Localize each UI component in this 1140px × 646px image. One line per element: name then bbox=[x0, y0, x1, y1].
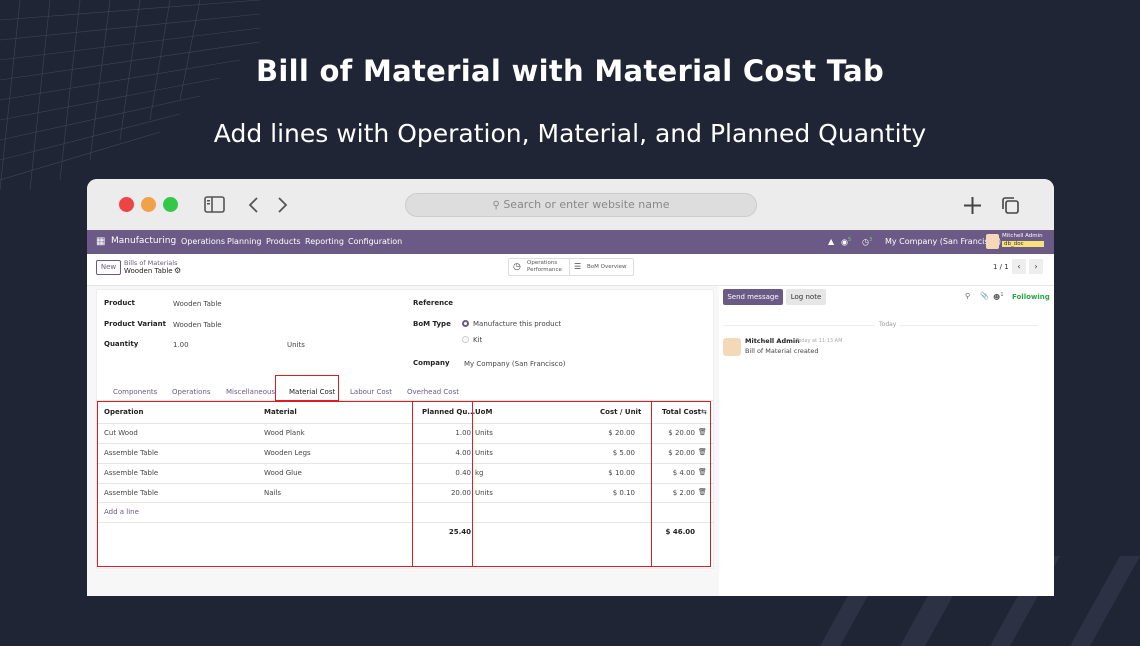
search-icon[interactable]: ⚲ bbox=[965, 292, 970, 300]
avatar bbox=[723, 338, 741, 356]
message-body: Bill of Material created bbox=[745, 347, 819, 355]
menu-configuration[interactable]: Configuration bbox=[348, 237, 402, 246]
bug-icon[interactable]: ▲ bbox=[828, 237, 834, 246]
bom-type-radio-manufacture[interactable] bbox=[462, 320, 469, 327]
address-bar[interactable]: ⚲ Search or enter website name bbox=[405, 193, 757, 217]
sidebar-toggle-icon[interactable] bbox=[204, 196, 225, 213]
search-icon: ⚲ bbox=[492, 200, 500, 211]
date-separator: Today bbox=[875, 321, 901, 328]
highlight-table bbox=[97, 401, 711, 567]
avatar[interactable] bbox=[986, 234, 999, 249]
followers-icon[interactable]: ☻1 bbox=[993, 292, 1004, 301]
bom-overview-button[interactable]: BoM Overview bbox=[587, 264, 627, 270]
minimize-window-button[interactable] bbox=[141, 197, 156, 212]
hero-subtitle: Add lines with Operation, Material, and … bbox=[213, 119, 927, 148]
maximize-window-button[interactable] bbox=[163, 197, 178, 212]
smart-buttons: ◷ Operations Performance ☰ BoM Overview bbox=[508, 258, 634, 276]
pager-prev-button[interactable]: ‹ bbox=[1012, 259, 1026, 274]
close-window-button[interactable] bbox=[119, 197, 134, 212]
menu-planning[interactable]: Planning bbox=[227, 237, 261, 246]
bom-type-option-kit[interactable]: Kit bbox=[473, 336, 482, 344]
tab-overhead-cost[interactable]: Overhead Cost bbox=[407, 388, 459, 396]
pager: 1 / 1 bbox=[993, 263, 1009, 271]
highlight-planned-column bbox=[412, 401, 473, 567]
app-name[interactable]: Manufacturing bbox=[111, 236, 176, 246]
message-time: Today at 11:13 AM bbox=[796, 338, 843, 344]
hero-title: Bill of Material with Material Cost Tab bbox=[255, 54, 885, 88]
company-switcher[interactable]: My Company (San Francisco) bbox=[885, 237, 1001, 246]
address-placeholder: Search or enter website name bbox=[503, 198, 670, 211]
forward-icon[interactable] bbox=[277, 196, 289, 214]
quantity-uom[interactable]: Units bbox=[287, 341, 305, 349]
grid-decoration bbox=[0, 0, 260, 190]
menu-products[interactable]: Products bbox=[266, 237, 301, 246]
quantity-label: Quantity bbox=[104, 340, 139, 348]
tab-miscellaneous[interactable]: Miscellaneous bbox=[226, 388, 275, 396]
product-label: Product bbox=[104, 299, 135, 307]
control-panel: New Bills of Materials Wooden Table ⚙ ◷ … bbox=[87, 254, 1054, 286]
highlight-total-column bbox=[651, 401, 711, 567]
chat-icon[interactable]: ◉5 bbox=[841, 237, 851, 247]
product-field[interactable]: Wooden Table bbox=[173, 300, 222, 308]
db-badge: db_doc bbox=[1002, 241, 1044, 247]
app-menu-icon[interactable]: ▦ bbox=[96, 236, 105, 247]
company-field[interactable]: My Company (San Francisco) bbox=[464, 360, 565, 368]
new-button[interactable]: New bbox=[96, 260, 121, 275]
menu-operations[interactable]: Operations bbox=[181, 237, 225, 246]
highlight-material-cost-tab bbox=[275, 375, 339, 401]
new-tab-icon[interactable] bbox=[963, 196, 982, 215]
following-button[interactable]: Following bbox=[1012, 293, 1050, 301]
list-icon: ☰ bbox=[574, 262, 582, 271]
quantity-field[interactable]: 1.00 bbox=[173, 341, 189, 349]
activity-icon[interactable]: ◷3 bbox=[862, 237, 872, 247]
browser-window: ⚲ Search or enter website name ▦ Manufac… bbox=[87, 179, 1054, 596]
tab-labour-cost[interactable]: Labour Cost bbox=[350, 388, 392, 396]
clock-icon: ◷ bbox=[513, 262, 521, 272]
user-name[interactable]: Mitchell Admin bbox=[1002, 233, 1043, 239]
message-author: Mitchell Admin bbox=[745, 337, 800, 345]
odoo-navbar: ▦ Manufacturing Operations Planning Prod… bbox=[87, 230, 1054, 254]
tab-components[interactable]: Components bbox=[113, 388, 157, 396]
variant-label: Product Variant bbox=[104, 320, 166, 328]
ops-performance-line1[interactable]: Operations bbox=[527, 260, 557, 266]
variant-field[interactable]: Wooden Table bbox=[173, 321, 222, 329]
gear-icon[interactable]: ⚙ bbox=[174, 266, 181, 275]
bom-type-radio-kit[interactable] bbox=[462, 336, 469, 343]
pager-next-button[interactable]: › bbox=[1029, 259, 1043, 274]
reference-label: Reference bbox=[413, 299, 454, 307]
company-label: Company bbox=[413, 359, 450, 367]
browser-toolbar: ⚲ Search or enter website name bbox=[87, 179, 1054, 230]
bom-type-label: BoM Type bbox=[413, 320, 451, 328]
back-icon[interactable] bbox=[247, 196, 259, 214]
tab-operations[interactable]: Operations bbox=[172, 388, 210, 396]
breadcrumb-current: Wooden Table bbox=[124, 267, 173, 275]
log-note-button[interactable]: Log note bbox=[786, 289, 826, 305]
send-message-button[interactable]: Send message bbox=[723, 289, 783, 305]
ops-performance-line2[interactable]: Performance bbox=[527, 267, 562, 273]
tabs-overview-icon[interactable] bbox=[1001, 196, 1020, 215]
attachment-icon[interactable]: 📎 bbox=[980, 292, 989, 300]
breadcrumb-parent[interactable]: Bills of Materials bbox=[124, 259, 177, 267]
bom-type-option-manufacture[interactable]: Manufacture this product bbox=[473, 320, 561, 328]
menu-reporting[interactable]: Reporting bbox=[305, 237, 344, 246]
